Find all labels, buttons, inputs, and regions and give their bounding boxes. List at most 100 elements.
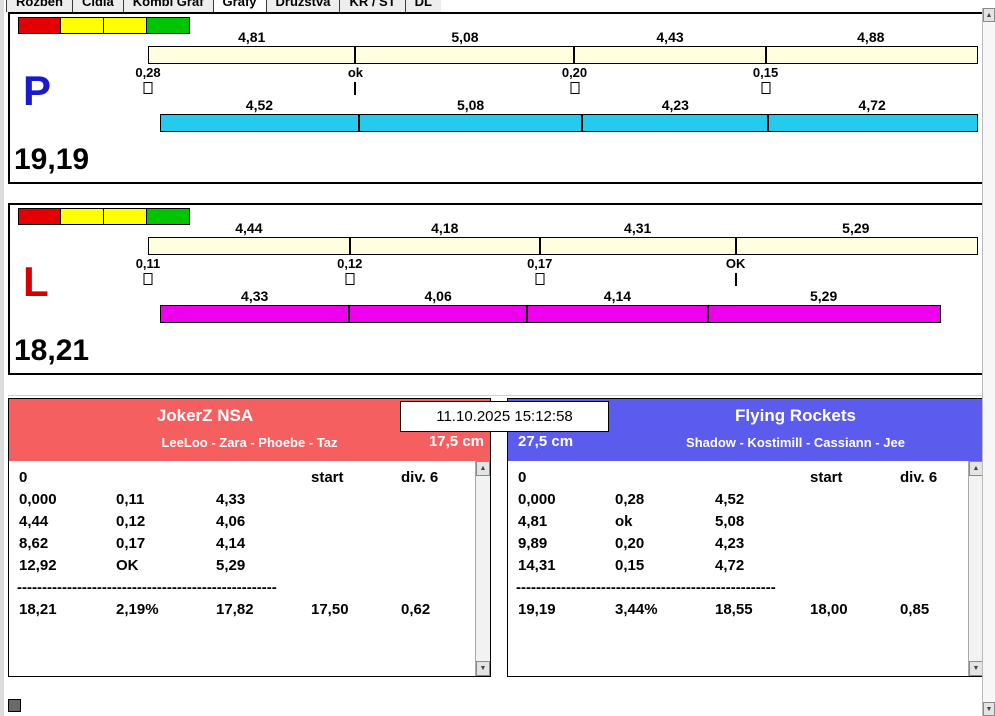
split-bar-segment	[161, 115, 360, 131]
change-mark-label: 0,11	[135, 256, 161, 271]
table-cell: 0,28	[615, 491, 645, 508]
split-time-label: 5,08	[456, 97, 485, 113]
tab-grafy[interactable]: Grafy	[212, 0, 267, 12]
scroll-up-icon[interactable]: ▲	[969, 461, 983, 476]
tab-cidla[interactable]: Cidla	[71, 0, 124, 12]
upper-split-bar	[148, 46, 978, 64]
table-cell	[810, 491, 900, 513]
tab-dru-stv[interactable]: Družstvá	[265, 0, 341, 12]
corner-button[interactable]	[8, 699, 21, 712]
table-cell: 5,29	[216, 557, 246, 574]
split-time-label: 5,29	[842, 220, 870, 236]
table-body: 0 start div. 6 0,000 0,11 4,33 4,44 0,12 4,06 8,6…	[9, 469, 475, 623]
scroll-up-icon[interactable]: ▲	[476, 461, 490, 476]
split-time-label: 4,72	[858, 97, 886, 113]
table-scrollbar[interactable]: ▲ ▼	[968, 461, 983, 676]
tab-dl[interactable]: DL	[404, 0, 442, 12]
table-cell: 17,50	[311, 601, 349, 618]
table-cell: 8,62	[19, 535, 49, 552]
change-mark-label: 0,17	[527, 256, 553, 271]
lower-split-bar	[160, 305, 942, 323]
table-cell: 19,19	[518, 601, 556, 618]
table-row: 18,21 2,19% 17,82 17,50 0,62	[9, 601, 475, 623]
lane-letter: L	[23, 258, 49, 305]
scroll-down-icon[interactable]: ▼	[476, 661, 490, 676]
scroll-up-icon[interactable]: ▲	[983, 8, 995, 22]
split-time-label: 4,33	[241, 288, 269, 304]
table-row: 4,44 0,12 4,06	[9, 513, 475, 535]
table-cell: 18,00	[810, 601, 848, 618]
table-cell: 3,44%	[615, 601, 658, 618]
table-cell	[311, 557, 401, 579]
change-mark-label: 0,28	[135, 65, 161, 80]
table-cell: 4,14	[216, 535, 246, 552]
tab-bar: Rozbeh Cidla Kombi Graf Grafy Družstvá KR / S…	[6, 0, 442, 12]
tab-rozbeh[interactable]: Rozbeh	[6, 0, 73, 12]
ok-tick-mark	[354, 82, 357, 95]
table-cell: ok	[615, 513, 633, 530]
split-bar-segment	[769, 115, 977, 131]
split-bar-segment	[359, 115, 584, 131]
table-cell: 0,15	[615, 557, 645, 574]
table-cell: 0,12	[116, 513, 146, 530]
split-time-label: 4,23	[661, 97, 689, 113]
fault-tick-box	[535, 273, 545, 285]
change-marks-row: 0,11 0,12 0,17 OK	[10, 256, 983, 288]
tab-kombi-graf[interactable]: Kombi Graf	[122, 0, 214, 12]
table-cell: 0	[19, 469, 28, 486]
team-panel-left: JokerZ NSA LeeLoo - Zara - Phoebe - Taz …	[8, 398, 491, 677]
table-scrollbar[interactable]: ▲ ▼	[475, 461, 490, 676]
table-cell	[311, 535, 401, 557]
scroll-down-icon[interactable]: ▼	[969, 661, 983, 676]
split-bar-segment	[737, 238, 977, 254]
table-row: 0 start div. 6	[9, 469, 475, 491]
change-mark-label: 0,20	[561, 65, 588, 80]
split-bar-segment	[351, 238, 541, 254]
team-members: Shadow - Kostimill - Cassiann - Jee	[686, 435, 905, 450]
table-cell: 2,19%	[116, 601, 159, 618]
table-cell: 17,82	[216, 601, 254, 618]
table-cell	[311, 491, 401, 513]
tab-kr-st[interactable]: KR / ST	[339, 0, 406, 12]
split-bar-segment	[149, 238, 351, 254]
table-cell	[810, 557, 900, 579]
team-name: JokerZ NSA	[156, 406, 254, 425]
split-bar-segment	[708, 306, 941, 322]
lower-split-labels: 4,52 5,08 4,23 4,72	[10, 97, 983, 113]
table-cell: start	[810, 469, 843, 486]
split-bar-segment	[356, 47, 576, 63]
fault-tick-box	[761, 82, 771, 94]
lower-split-bar	[160, 114, 978, 132]
results-section: 11.10.2025 15:12:58 JokerZ NSA LeeLoo - …	[8, 398, 984, 677]
table-cell: div. 6	[401, 469, 439, 486]
team-members: LeeLoo - Zara - Phoebe - Taz	[161, 435, 338, 450]
table-cell: 0,85	[900, 601, 930, 618]
table-row: 0 start div. 6	[508, 469, 968, 491]
table-cell	[116, 469, 216, 491]
fault-tick-box	[143, 273, 153, 285]
split-time-label: 4,81	[238, 29, 266, 45]
scroll-down-icon[interactable]: ▼	[983, 702, 995, 716]
split-bar-segment	[767, 47, 977, 63]
split-bar-segment	[161, 306, 351, 322]
table-cell: 14,31	[518, 557, 556, 574]
table-cell	[615, 469, 715, 491]
split-bar-segment	[527, 306, 709, 322]
split-time-label: 4,31	[624, 220, 652, 236]
table-cell: 4,52	[715, 491, 745, 508]
window-vertical-scrollbar[interactable]: ▲ ▼	[982, 8, 995, 716]
table-cell	[715, 469, 810, 491]
split-bar-segment	[575, 47, 767, 63]
split-time-label: 4,44	[235, 220, 263, 236]
lane-panel-l: 4,44 4,18 4,31 5,29 0,11 0,12 0,17 OK 4,33 4,06…	[8, 203, 985, 375]
fault-tick-box	[143, 82, 153, 94]
window-left-edge	[0, 0, 4, 716]
change-marks-row: 0,28 ok 0,20 0,15	[10, 65, 983, 97]
team-name: Flying Rockets	[735, 406, 856, 425]
table-cell: 4,23	[715, 535, 745, 552]
table-cell: 4,44	[19, 513, 49, 530]
lane-panel-p: 4,81 5,08 4,43 4,88 0,28 ok 0,20 0,15 4,52 5,08…	[8, 12, 985, 184]
table-cell	[216, 469, 311, 491]
table-row: 0,000 0,11 4,33	[9, 491, 475, 513]
table-cell: div. 6	[900, 469, 938, 486]
